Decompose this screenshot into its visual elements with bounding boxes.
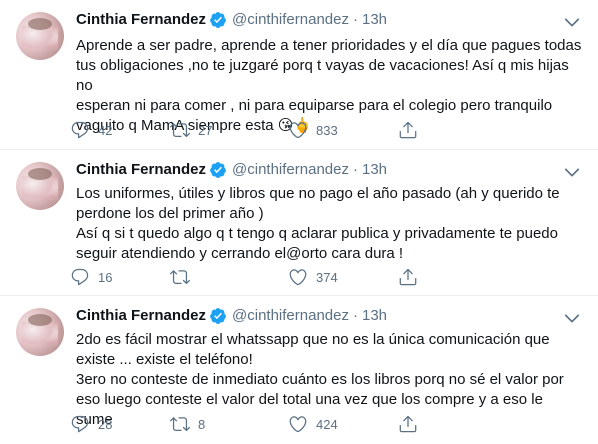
tweet-actions: 42 27 833 bbox=[70, 118, 418, 142]
like-button[interactable]: 374 bbox=[288, 267, 398, 287]
user-handle[interactable]: @cinthifernandez bbox=[232, 160, 349, 180]
display-name[interactable]: Cinthia Fernandez bbox=[76, 160, 206, 180]
share-icon bbox=[399, 121, 417, 139]
reply-button[interactable]: 16 bbox=[70, 267, 170, 287]
reply-count: 28 bbox=[98, 416, 113, 432]
share-icon bbox=[399, 268, 417, 286]
retweet-button[interactable]: 8 bbox=[170, 414, 288, 434]
heart-icon bbox=[289, 122, 307, 139]
avatar[interactable] bbox=[16, 308, 64, 356]
like-count: 833 bbox=[316, 122, 338, 138]
retweet-count: 8 bbox=[198, 416, 206, 432]
share-button[interactable] bbox=[398, 267, 418, 287]
like-count: 374 bbox=[316, 269, 338, 285]
tweet[interactable]: Cinthia Fernandez @cinthifernandez · 13h… bbox=[0, 150, 598, 296]
reply-icon bbox=[71, 268, 89, 286]
tweet-actions: 16 374 bbox=[70, 265, 418, 289]
chevron-down-icon[interactable] bbox=[562, 162, 582, 182]
separator-dot: · bbox=[352, 161, 358, 178]
chevron-down-icon[interactable] bbox=[562, 308, 582, 328]
reply-button[interactable]: 28 bbox=[70, 414, 170, 434]
share-icon bbox=[399, 415, 417, 433]
reply-count: 42 bbox=[98, 122, 113, 138]
avatar[interactable] bbox=[16, 162, 64, 210]
heart-icon bbox=[289, 416, 307, 433]
tweet-feed: Cinthia Fernandez @cinthifernandez · 13h… bbox=[0, 0, 598, 444]
retweet-button[interactable] bbox=[170, 267, 288, 287]
avatar[interactable] bbox=[16, 12, 64, 60]
timestamp[interactable]: 13h bbox=[362, 10, 387, 30]
retweet-icon bbox=[170, 417, 190, 432]
timestamp[interactable]: 13h bbox=[362, 306, 387, 326]
chevron-down-icon[interactable] bbox=[562, 12, 582, 32]
tweet-header: Cinthia Fernandez @cinthifernandez · 13h bbox=[76, 160, 387, 180]
tweet-text: Los uniformes, útiles y libros que no pa… bbox=[76, 185, 560, 262]
reply-icon bbox=[71, 415, 89, 433]
separator-dot: · bbox=[352, 307, 358, 324]
display-name[interactable]: Cinthia Fernandez bbox=[76, 306, 206, 326]
verified-badge-icon bbox=[210, 308, 226, 324]
retweet-count: 27 bbox=[198, 122, 213, 138]
verified-badge-icon bbox=[210, 162, 226, 178]
like-count: 424 bbox=[316, 416, 338, 432]
timestamp[interactable]: 13h bbox=[362, 160, 387, 180]
user-handle[interactable]: @cinthifernandez bbox=[232, 10, 349, 30]
like-button[interactable]: 424 bbox=[288, 414, 398, 434]
retweet-icon bbox=[170, 270, 190, 285]
tweet-header: Cinthia Fernandez @cinthifernandez · 13h bbox=[76, 306, 387, 326]
reply-count: 16 bbox=[98, 269, 113, 285]
reply-button[interactable]: 42 bbox=[70, 120, 170, 140]
share-button[interactable] bbox=[398, 414, 418, 434]
display-name[interactable]: Cinthia Fernandez bbox=[76, 10, 206, 30]
separator-dot: · bbox=[352, 11, 358, 28]
tweet[interactable]: Cinthia Fernandez @cinthifernandez · 13h… bbox=[0, 296, 598, 444]
retweet-icon bbox=[170, 123, 190, 138]
heart-icon bbox=[289, 269, 307, 286]
user-handle[interactable]: @cinthifernandez bbox=[232, 306, 349, 326]
tweet[interactable]: Cinthia Fernandez @cinthifernandez · 13h… bbox=[0, 0, 598, 150]
retweet-button[interactable]: 27 bbox=[170, 120, 288, 140]
share-button[interactable] bbox=[398, 120, 418, 140]
verified-badge-icon bbox=[210, 12, 226, 28]
reply-icon bbox=[71, 121, 89, 139]
tweet-actions: 28 8 424 bbox=[70, 412, 418, 436]
tweet-header: Cinthia Fernandez @cinthifernandez · 13h bbox=[76, 10, 387, 30]
like-button[interactable]: 833 bbox=[288, 120, 398, 140]
